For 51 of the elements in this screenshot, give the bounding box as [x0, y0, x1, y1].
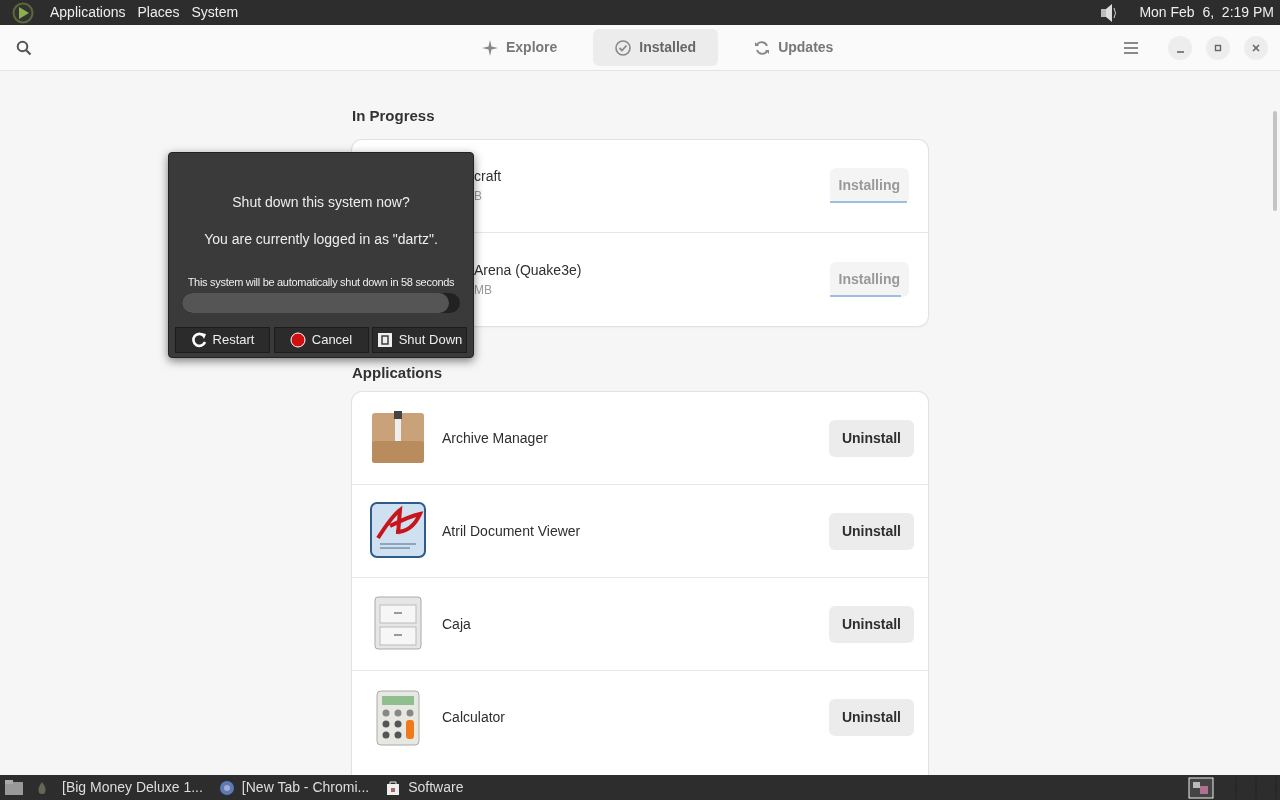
app-name: Arena (Quake3e) [474, 260, 583, 280]
tab[interactable]: Explore [460, 29, 580, 66]
app-name: Archive Manager [442, 428, 549, 448]
app-logo-icon[interactable] [12, 1, 34, 24]
menu-icon[interactable] [1124, 41, 1138, 54]
app-name: Caja [442, 614, 472, 634]
volume-icon[interactable] [1099, 1, 1118, 24]
app-size: B [474, 188, 483, 205]
scrollbar[interactable] [1273, 111, 1277, 211]
dialog-message: You are currently logged in as "dartz". [203, 230, 439, 249]
app-name: Atril Document Viewer [442, 521, 582, 541]
pen-document-icon [370, 502, 426, 560]
tab[interactable]: Updates [732, 29, 856, 66]
shutdown-icon [376, 332, 393, 348]
app-size: MB [474, 281, 493, 299]
section-heading: In Progress [352, 106, 436, 126]
dialog-button[interactable]: Restart [175, 327, 270, 353]
workspace-switcher-icon[interactable] [1188, 776, 1278, 799]
menu-item[interactable]: Applications [44, 2, 132, 23]
browser-icon [218, 779, 235, 796]
close-button[interactable] [1244, 35, 1268, 60]
countdown-text: This system will be automatically shut down in 58 seconds [186, 275, 456, 290]
uninstall-button[interactable]: Uninstall [828, 699, 914, 736]
menu-item[interactable]: System [185, 2, 245, 23]
dialog-title: Shut down this system now? [231, 193, 411, 212]
app-name: Calculator [442, 708, 507, 727]
clock[interactable]: Mon Feb 6, 2:19 PM [1133, 2, 1280, 23]
sparkle-icon [482, 39, 498, 56]
app-name: craft [474, 167, 503, 186]
minimize-icon [1176, 50, 1184, 53]
dialog-button[interactable]: Cancel [273, 327, 369, 353]
search-icon[interactable] [16, 39, 32, 56]
refresh-icon [754, 39, 771, 56]
uninstall-button[interactable]: Uninstall [828, 512, 914, 550]
show-desktop-icon[interactable] [4, 778, 24, 797]
stop-icon [289, 332, 306, 348]
tab[interactable]: Installed [593, 29, 719, 66]
taskbar-button[interactable]: [New Tab - Chromi... [218, 777, 370, 798]
menu-item[interactable]: Places [131, 2, 186, 23]
maximize-button[interactable] [1206, 35, 1230, 60]
restart-icon [190, 332, 207, 348]
bag-icon [385, 779, 402, 796]
check-circle-icon [615, 39, 632, 56]
dialog-button[interactable]: Shut Down [372, 327, 467, 353]
uninstall-button[interactable]: Uninstall [828, 605, 914, 643]
section-heading: Applications [352, 362, 443, 383]
close-icon [1250, 41, 1262, 54]
taskbar-button[interactable]: [Big Money Deluxe 1... [62, 777, 203, 798]
uninstall-button[interactable]: Uninstall [828, 419, 914, 457]
minimize-button[interactable] [1168, 35, 1192, 60]
taskbar-button[interactable]: Software [385, 777, 464, 798]
